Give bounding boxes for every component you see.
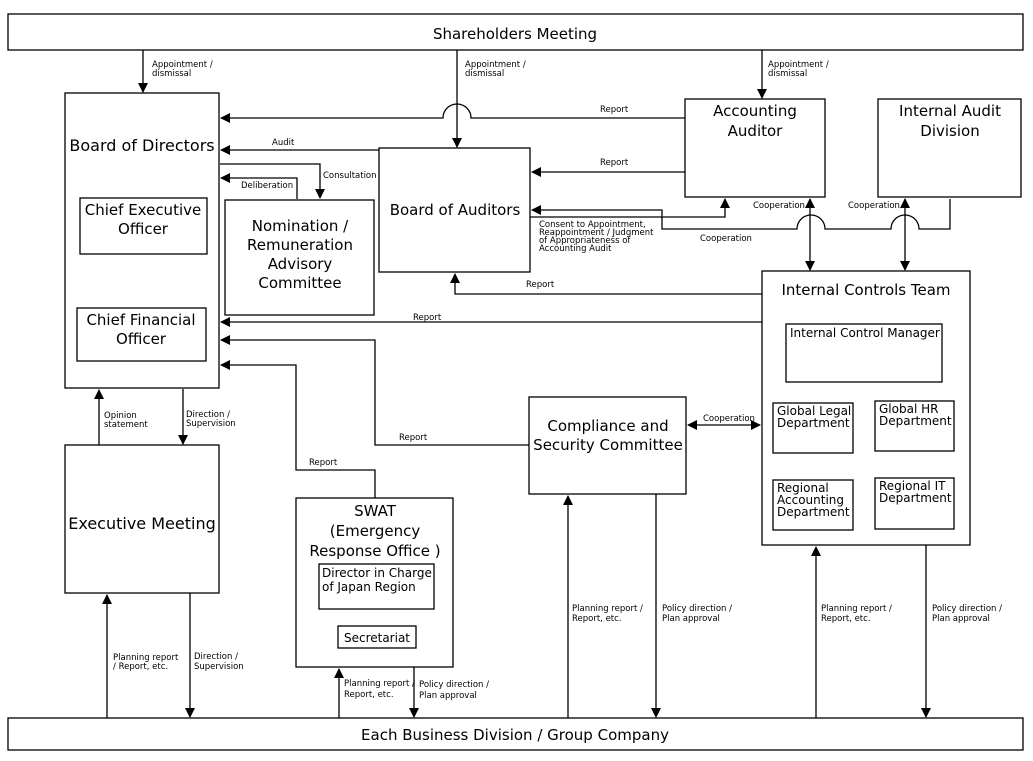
- svg-text:dismissal: dismissal: [152, 69, 191, 79]
- svg-text:Consultation: Consultation: [323, 171, 377, 181]
- svg-text:Officer: Officer: [116, 330, 167, 348]
- swat-node: SWAT (Emergency Response Office ) Direct…: [295, 497, 454, 668]
- board-of-auditors-node: Board of Auditors: [378, 147, 531, 273]
- nomination-committee-node: Nomination / Remuneration Advisory Commi…: [224, 199, 375, 316]
- svg-text:Planning report /: Planning report /: [572, 604, 643, 614]
- svg-text:Report: Report: [399, 433, 428, 443]
- svg-text:Report: Report: [600, 158, 629, 168]
- svg-text:Committee: Committee: [258, 274, 341, 292]
- svg-text:Department: Department: [777, 416, 850, 430]
- svg-text:Division: Division: [920, 122, 979, 140]
- svg-text:Secretariat: Secretariat: [344, 631, 410, 645]
- svg-text:SWAT: SWAT: [354, 502, 397, 520]
- svg-text:Officer: Officer: [118, 220, 169, 238]
- svg-text:Policy direction /: Policy direction /: [662, 604, 732, 614]
- svg-text:Plan approval: Plan approval: [419, 691, 477, 701]
- accounting-auditor-node: Accounting Auditor: [684, 98, 826, 198]
- internal-audit-node: Internal Audit Division: [877, 98, 1022, 198]
- svg-text:Board of Auditors: Board of Auditors: [390, 201, 521, 219]
- edge-report-compliance-bod: [220, 335, 529, 446]
- svg-text:Report, etc.: Report, etc.: [344, 690, 394, 700]
- edge-report-swat-bod: [220, 360, 376, 498]
- business-division-node: Each Business Division / Group Company: [7, 717, 1024, 751]
- svg-text:Executive Meeting: Executive Meeting: [68, 514, 216, 533]
- svg-text:Policy direction /: Policy direction /: [419, 680, 489, 690]
- board-of-directors-node: Board of Directors Chief Executive Offic…: [64, 92, 220, 389]
- svg-text:Cooperation: Cooperation: [753, 201, 805, 211]
- executive-meeting-node: Executive Meeting: [64, 444, 220, 594]
- svg-text:Internal Controls Team: Internal Controls Team: [781, 281, 950, 299]
- svg-text:Supervision: Supervision: [186, 419, 236, 429]
- svg-text:Report: Report: [526, 280, 555, 290]
- svg-text:of Japan Region: of Japan Region: [322, 580, 416, 594]
- svg-text:Policy direction /: Policy direction /: [932, 604, 1002, 614]
- svg-text:Planning report /: Planning report /: [344, 679, 415, 689]
- svg-text:Shareholders Meeting: Shareholders Meeting: [433, 25, 597, 43]
- svg-text:Plan approval: Plan approval: [662, 614, 720, 624]
- svg-text:Cooperation: Cooperation: [703, 414, 755, 424]
- svg-text:Supervision: Supervision: [194, 662, 244, 672]
- svg-text:Department: Department: [777, 505, 850, 519]
- edge-report-ict-boa: [450, 273, 762, 295]
- svg-text:dismissal: dismissal: [465, 69, 504, 79]
- svg-text:Board of Directors: Board of Directors: [69, 136, 214, 155]
- compliance-committee-node: Compliance and Security Committee: [528, 396, 687, 495]
- svg-text:Report, etc.: Report, etc.: [821, 614, 871, 624]
- svg-text:Report: Report: [413, 313, 442, 323]
- svg-text:Security Committee: Security Committee: [533, 436, 683, 454]
- svg-text:Cooperation: Cooperation: [700, 234, 752, 244]
- svg-text:Internal Control Manager: Internal Control Manager: [790, 326, 940, 340]
- svg-text:Department: Department: [879, 491, 952, 505]
- svg-text:Deliberation: Deliberation: [241, 181, 293, 191]
- svg-text:Accounting: Accounting: [713, 102, 797, 120]
- svg-text:Advisory: Advisory: [268, 255, 333, 273]
- svg-text:Report: Report: [309, 458, 338, 468]
- internal-controls-node: Internal Controls Team Internal Control …: [761, 270, 971, 546]
- svg-text:Auditor: Auditor: [728, 122, 784, 140]
- svg-text:Each Business Division / Group: Each Business Division / Group Company: [361, 726, 669, 744]
- svg-text:Response Office ): Response Office ): [309, 542, 440, 560]
- svg-text:dismissal: dismissal: [768, 69, 807, 79]
- svg-text:Remuneration: Remuneration: [247, 236, 353, 254]
- svg-text:Chief Executive: Chief Executive: [85, 201, 201, 219]
- svg-text:Accounting Audit: Accounting Audit: [539, 244, 612, 254]
- svg-text:Cooperation: Cooperation: [848, 201, 900, 211]
- svg-text:/ Report, etc.: / Report, etc.: [113, 662, 168, 672]
- svg-text:Director in Charge: Director in Charge: [322, 566, 432, 580]
- svg-text:statement: statement: [104, 420, 148, 430]
- shareholders-node: Shareholders Meeting: [7, 13, 1024, 51]
- svg-text:Report, etc.: Report, etc.: [572, 614, 622, 624]
- governance-diagram: Shareholders Meeting Board of Directors …: [7, 13, 1024, 751]
- svg-text:Compliance and: Compliance and: [547, 417, 668, 435]
- svg-text:Planning report /: Planning report /: [821, 604, 892, 614]
- svg-text:Plan approval: Plan approval: [932, 614, 990, 624]
- svg-text:Audit: Audit: [272, 138, 295, 148]
- svg-text:Direction /: Direction /: [194, 652, 238, 662]
- svg-text:Internal Audit: Internal Audit: [899, 102, 1001, 120]
- svg-text:Report: Report: [600, 105, 629, 115]
- svg-text:(Emergency: (Emergency: [330, 522, 421, 540]
- svg-text:Nomination /: Nomination /: [252, 217, 349, 235]
- edge-consent: [530, 198, 730, 218]
- svg-text:Chief Financial: Chief Financial: [86, 311, 195, 329]
- svg-text:Department: Department: [879, 414, 952, 428]
